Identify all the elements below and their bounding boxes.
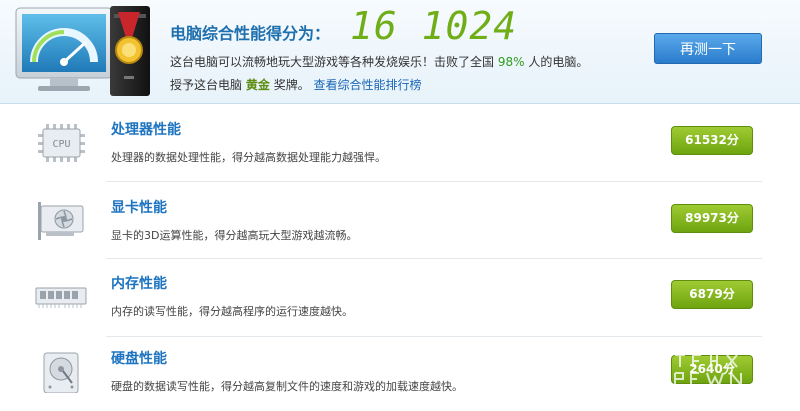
disk-description: 硬盘的数据读写性能，得分越高复制文件的速度和游戏的加载速度越快。 [111,380,463,393]
graphics-description: 显卡的3D运算性能，得分越高玩大型游戏越流畅。 [111,229,358,242]
ranking-link[interactable]: 查看综合性能排行榜 [314,78,422,92]
graphics-card-icon [38,202,84,240]
cpu-description: 处理器的数据处理性能，得分越高数据处理能力越强悍。 [111,151,386,164]
desc-suffix: 人的电脑。 [528,55,589,69]
cpu-score-badge: 61532分 [671,126,753,155]
award-medal: 黄金 [245,78,270,92]
retest-button[interactable]: 再测一下 [654,33,762,64]
cpu-title: 处理器性能 [111,122,181,138]
memory-icon [35,287,87,308]
score-header: 电脑综合性能得分为： 16 1024 这台电脑可以流畅地玩大型游戏等各种发烧娱乐… [0,0,800,104]
memory-title: 内存性能 [111,276,167,292]
total-score: 16 1024 [350,4,518,48]
disk-score-badge: 2640分 [671,355,753,384]
score-label: 电脑综合性能得分为： [170,24,331,43]
award-prefix: 授予这台电脑 [170,78,243,92]
desc-prefix: 这台电脑可以流畅地玩大型游戏等各种发烧娱乐！击败了全国 [170,55,495,69]
score-description: 这台电脑可以流畅地玩大型游戏等各种发烧娱乐！击败了全国 98% 人的电脑。 [170,53,588,70]
disk-row: 硬盘性能 硬盘的数据读写性能，得分越高复制文件的速度和游戏的加载速度越快。 26… [0,333,800,411]
memory-score-badge: 6879分 [671,280,753,309]
cpu-row: CPU 处理器性能 处理器的数据处理性能，得分越高数据处理能力越强悍。 6153… [0,104,800,182]
cpu-icon-label: CPU [52,139,70,150]
memory-description: 内存的读写性能，得分越高程序的运行速度越快。 [111,305,353,318]
memory-row: 内存性能 内存的读写性能，得分越高程序的运行速度越快。 6879分 [0,258,800,336]
graphics-title: 显卡性能 [111,200,167,216]
beat-percent: 98% [497,55,525,69]
award-suffix: 奖牌。 [273,78,310,92]
cpu-icon: CPU [38,124,85,162]
graphics-score-badge: 89973分 [671,204,753,233]
graphics-row: 显卡性能 显卡的3D运算性能，得分越高玩大型游戏越流畅。 89973分 [0,182,800,260]
hard-disk-icon [43,352,79,393]
award-line: 授予这台电脑 黄金 奖牌。 查看综合性能排行榜 [170,76,422,93]
disk-title: 硬盘性能 [111,351,167,367]
benchmark-speedometer-icon [15,6,150,96]
